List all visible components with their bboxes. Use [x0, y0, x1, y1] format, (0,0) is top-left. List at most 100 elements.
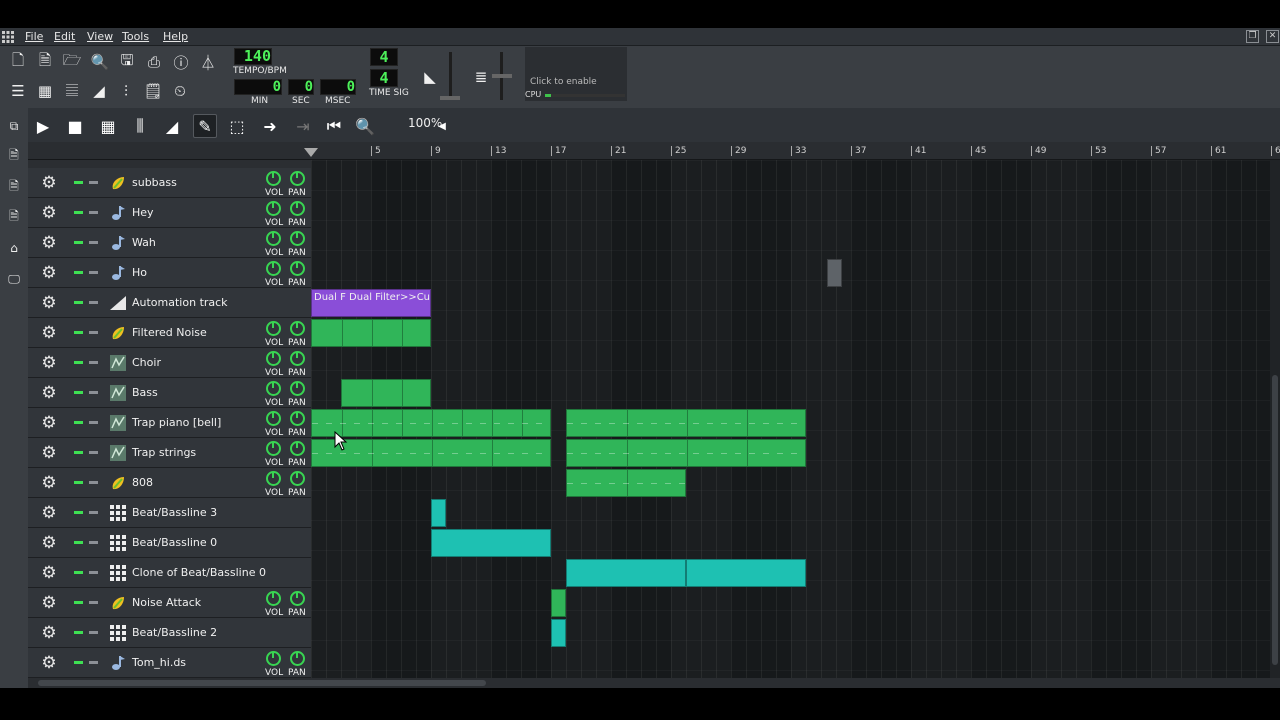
beat-clip[interactable] — [551, 619, 566, 647]
export-project-icon[interactable]: ⎙ — [143, 51, 165, 73]
master-pitch-handle[interactable] — [492, 74, 512, 78]
track-row[interactable]: ⚙ Clone of Beat/Bassline 0 — [28, 558, 311, 588]
whats-this-icon[interactable]: ⓘ — [170, 51, 192, 73]
track-settings-gear-icon[interactable]: ⚙ — [40, 414, 58, 432]
automation-editor-icon[interactable]: ◢ — [88, 80, 110, 102]
pan-knob[interactable] — [290, 171, 305, 186]
track-row[interactable]: ⚙ Choir VOL PAN — [28, 348, 311, 378]
track-settings-gear-icon[interactable]: ⚙ — [40, 654, 58, 672]
master-volume-handle[interactable] — [440, 96, 460, 100]
track-name[interactable]: Choir — [132, 356, 161, 369]
solo-toggle[interactable] — [89, 631, 98, 634]
fruit-icon[interactable] — [109, 174, 127, 192]
track-settings-gear-icon[interactable]: ⚙ — [40, 264, 58, 282]
draw-mode-icon[interactable]: ✎ — [193, 114, 217, 138]
pattern-clip[interactable] — [341, 379, 431, 407]
mute-toggle[interactable] — [74, 481, 83, 484]
volume-knob[interactable] — [266, 651, 281, 666]
solo-toggle[interactable] — [89, 421, 98, 424]
metronome-icon[interactable]: ⏃ — [197, 51, 219, 73]
track-name[interactable]: Automation track — [132, 296, 228, 309]
timesig-denominator[interactable]: 4 — [370, 69, 398, 87]
track-settings-gear-icon[interactable]: ⚙ — [40, 384, 58, 402]
menu-edit[interactable]: Edit — [54, 30, 75, 43]
pattern-clip[interactable] — [566, 409, 806, 437]
pattern-clip[interactable] — [551, 589, 566, 617]
note-icon[interactable] — [109, 264, 127, 282]
pattern-clip[interactable] — [311, 319, 431, 347]
volume-knob[interactable] — [266, 381, 281, 396]
track-name[interactable]: Ho — [132, 266, 147, 279]
solo-toggle[interactable] — [89, 271, 98, 274]
beat-icon[interactable] — [109, 564, 127, 582]
track-settings-gear-icon[interactable]: ⚙ — [40, 534, 58, 552]
track-row[interactable]: ⚙ Trap strings VOL PAN — [28, 438, 311, 468]
solo-toggle[interactable] — [89, 571, 98, 574]
solo-toggle[interactable] — [89, 331, 98, 334]
fruit-icon[interactable] — [109, 324, 127, 342]
ho-sample-clip[interactable] — [827, 259, 842, 287]
menu-view[interactable]: View — [87, 30, 113, 43]
track-row[interactable]: ⚙ Automation track — [28, 288, 311, 318]
volume-knob[interactable] — [266, 171, 281, 186]
solo-toggle[interactable] — [89, 511, 98, 514]
volume-knob[interactable] — [266, 351, 281, 366]
track-settings-gear-icon[interactable]: ⚙ — [40, 354, 58, 372]
track-row[interactable]: ⚙ Ho VOL PAN — [28, 258, 311, 288]
song-editor-icon[interactable]: ☰ — [7, 80, 29, 102]
mute-toggle[interactable] — [74, 241, 83, 244]
mute-toggle[interactable] — [74, 301, 83, 304]
track-settings-gear-icon[interactable]: ⚙ — [40, 234, 58, 252]
mute-toggle[interactable] — [74, 661, 83, 664]
track-name[interactable]: Noise Attack — [132, 596, 201, 609]
note-icon[interactable] — [109, 654, 127, 672]
close-window-icon[interactable]: ✕ — [1266, 30, 1279, 43]
track-settings-gear-icon[interactable]: ⚙ — [40, 504, 58, 522]
autoscroll-icon[interactable]: ➜ — [258, 114, 282, 138]
mute-toggle[interactable] — [74, 421, 83, 424]
track-name[interactable]: Beat/Bassline 0 — [132, 536, 217, 549]
volume-knob[interactable] — [266, 441, 281, 456]
track-row[interactable]: ⚙ Beat/Bassline 2 — [28, 618, 311, 648]
mute-toggle[interactable] — [74, 181, 83, 184]
horizontal-scroll-thumb[interactable] — [38, 680, 486, 686]
track-row[interactable]: ⚙ Bass VOL PAN — [28, 378, 311, 408]
synth-icon[interactable] — [109, 414, 127, 432]
add-automation-track-icon[interactable]: ◢ — [160, 114, 184, 138]
root-directory-icon[interactable]: 🖵 — [6, 271, 22, 287]
track-name[interactable]: subbass — [132, 176, 177, 189]
fruit-icon[interactable] — [109, 474, 127, 492]
mute-toggle[interactable] — [74, 451, 83, 454]
track-name[interactable]: Filtered Noise — [132, 326, 207, 339]
edit-mode-icon[interactable]: ⬚ — [225, 114, 249, 138]
vertical-scrollbar[interactable] — [1270, 160, 1280, 678]
menu-help[interactable]: Help — [163, 30, 188, 43]
ramp-icon[interactable] — [109, 294, 127, 312]
track-settings-gear-icon[interactable]: ⚙ — [40, 174, 58, 192]
add-beat-track-icon[interactable]: ▦ — [96, 114, 120, 138]
save-project-icon[interactable]: 🖫 — [116, 51, 138, 73]
track-name[interactable]: Trap strings — [132, 446, 196, 459]
mute-toggle[interactable] — [74, 391, 83, 394]
solo-toggle[interactable] — [89, 601, 98, 604]
my-presets-icon[interactable]: 🗎 — [6, 209, 22, 225]
track-settings-gear-icon[interactable]: ⚙ — [40, 444, 58, 462]
pattern-clip[interactable] — [566, 469, 686, 497]
solo-toggle[interactable] — [89, 661, 98, 664]
mute-toggle[interactable] — [74, 511, 83, 514]
volume-knob[interactable] — [266, 321, 281, 336]
volume-knob[interactable] — [266, 411, 281, 426]
beat-icon[interactable] — [109, 534, 127, 552]
mute-toggle[interactable] — [74, 361, 83, 364]
beat-icon[interactable] — [109, 504, 127, 522]
pan-knob[interactable] — [290, 471, 305, 486]
mute-toggle[interactable] — [74, 571, 83, 574]
zoom-dropdown-icon[interactable]: ◀ — [430, 114, 454, 138]
my-samples-icon[interactable]: 🗎 — [6, 179, 22, 195]
track-row[interactable]: ⚙ Filtered Noise VOL PAN — [28, 318, 311, 348]
track-row[interactable]: ⚙ Beat/Bassline 3 — [28, 498, 311, 528]
mute-toggle[interactable] — [74, 631, 83, 634]
mute-toggle[interactable] — [74, 601, 83, 604]
stop-behaviour-icon[interactable]: ⏮ — [322, 114, 346, 138]
beat-clip[interactable] — [431, 499, 446, 527]
